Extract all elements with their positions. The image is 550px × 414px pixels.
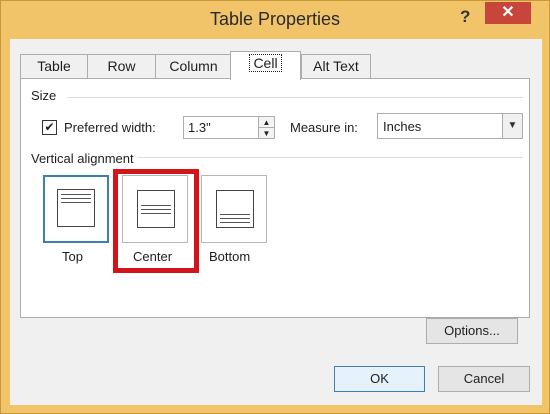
align-bottom-icon xyxy=(216,190,254,228)
align-top-option[interactable] xyxy=(43,175,109,243)
title-bar: Table Properties ? ✕ xyxy=(1,1,549,39)
chevron-down-icon[interactable]: ▼ xyxy=(502,114,522,138)
align-top-label[interactable]: Top xyxy=(62,249,83,264)
vertical-alignment-label: Vertical alignment xyxy=(31,151,138,166)
tab-row[interactable]: Row xyxy=(87,54,156,79)
spin-down-icon[interactable]: ▼ xyxy=(259,128,274,139)
preferred-width-checkbox[interactable]: ✔ xyxy=(42,120,57,135)
cancel-button[interactable]: Cancel xyxy=(438,366,530,392)
options-button[interactable]: Options... xyxy=(426,318,518,344)
ok-button[interactable]: OK xyxy=(334,366,425,392)
spin-up-icon[interactable]: ▲ xyxy=(259,117,274,128)
table-properties-dialog: Table Properties ? ✕ Table Row Column Ce… xyxy=(0,0,550,414)
tab-column[interactable]: Column xyxy=(155,54,232,79)
preferred-width-input[interactable]: 1.3" xyxy=(183,116,259,139)
dialog-client-area: Table Row Column Cell Alt Text Size ✔ Pr… xyxy=(10,39,542,405)
measure-in-select[interactable]: Inches ▼ xyxy=(377,113,523,139)
tab-table-label: Table xyxy=(37,58,71,74)
align-top-icon xyxy=(57,189,95,227)
size-section-label: Size xyxy=(31,88,57,103)
tab-alt-text-label: Alt Text xyxy=(313,58,359,74)
center-highlight-annotation xyxy=(113,169,199,273)
tab-cell[interactable]: Cell xyxy=(230,51,301,80)
help-button[interactable]: ? xyxy=(460,7,470,27)
size-divider xyxy=(67,97,523,98)
align-bottom-label[interactable]: Bottom xyxy=(209,249,250,264)
tab-table[interactable]: Table xyxy=(20,54,88,79)
measure-in-value: Inches xyxy=(383,119,422,134)
align-bottom-option[interactable] xyxy=(201,175,267,243)
measure-in-label: Measure in: xyxy=(290,120,358,135)
tab-alt-text[interactable]: Alt Text xyxy=(301,54,371,79)
checkmark-icon: ✔ xyxy=(44,120,55,134)
tab-column-label: Column xyxy=(169,58,218,74)
width-spinner[interactable]: ▲ ▼ xyxy=(258,116,275,139)
tab-row-label: Row xyxy=(107,58,136,74)
cell-tab-panel: Size ✔ Preferred width: 1.3" ▲ ▼ Measure… xyxy=(20,78,530,318)
tab-cell-label: Cell xyxy=(249,54,282,72)
close-button[interactable]: ✕ xyxy=(485,2,531,24)
preferred-width-label: Preferred width: xyxy=(64,120,156,135)
